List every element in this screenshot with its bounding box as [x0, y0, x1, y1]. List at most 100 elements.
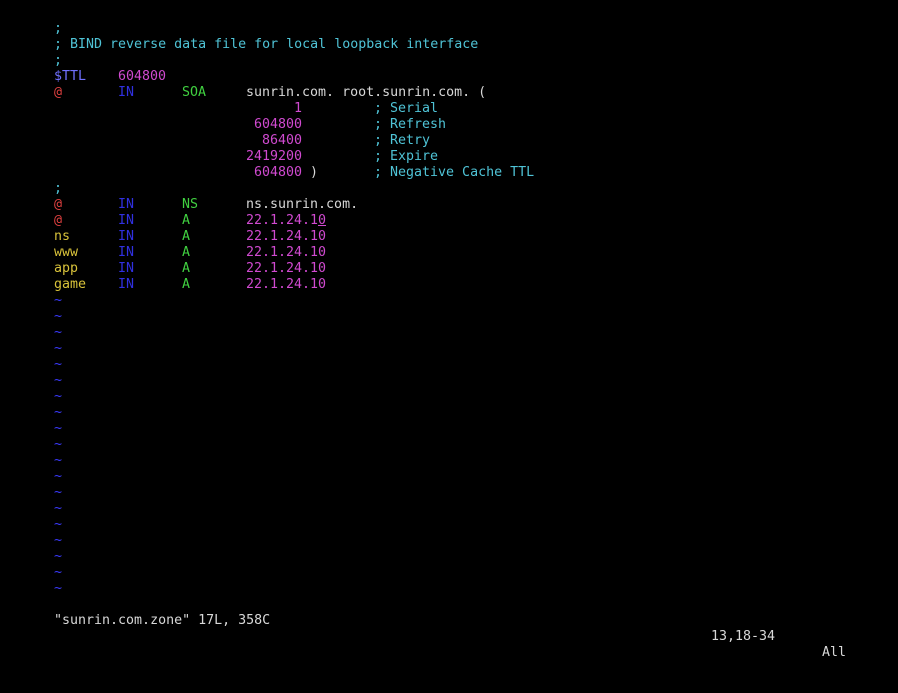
empty-line-tilde: ~: [54, 421, 884, 437]
line-token: 22.1.24.10: [246, 245, 327, 260]
line-token: ; BIND reverse data file for local loopb…: [54, 37, 479, 52]
tilde-marker: ~: [54, 421, 63, 436]
line-token: SOA: [182, 85, 207, 100]
editor-line: ;: [54, 181, 884, 197]
line-token: IN: [118, 85, 135, 100]
line-token: 22.1.24.1: [246, 213, 319, 228]
line-token: ;: [54, 53, 63, 68]
line-token: 604800: [118, 69, 167, 84]
tilde-marker: ~: [54, 357, 63, 372]
line-token: A: [182, 261, 191, 276]
cursor-position: 13,18-34: [711, 629, 776, 644]
editor-line: 604800) ; Negative Cache TTL: [54, 165, 884, 181]
line-token: $TTL: [54, 69, 87, 84]
line-token: ns.sunrin.com.: [246, 197, 359, 212]
tilde-marker: ~: [54, 469, 63, 484]
editor-line: $TTL 604800: [54, 69, 884, 85]
tilde-marker: ~: [54, 405, 63, 420]
empty-line-tilde: ~: [54, 325, 884, 341]
empty-line-tilde: ~: [54, 581, 884, 597]
tilde-marker: ~: [54, 325, 63, 340]
empty-line-tilde: ~: [54, 485, 884, 501]
empty-line-tilde: ~: [54, 357, 884, 373]
editor-line: 604800 ; Refresh: [54, 117, 884, 133]
editor-line: app IN A 22.1.24.10: [54, 261, 884, 277]
tilde-marker: ~: [54, 373, 63, 388]
empty-line-tilde: ~: [54, 405, 884, 421]
empty-line-tilde: ~: [54, 533, 884, 549]
line-token: IN: [118, 245, 135, 260]
line-token: game: [54, 277, 87, 292]
editor-line: ns IN A 22.1.24.10: [54, 229, 884, 245]
tilde-marker: ~: [54, 437, 63, 452]
empty-line-tilde: ~: [54, 293, 884, 309]
editor-line: 86400 ; Retry: [54, 133, 884, 149]
vim-status-line: "sunrin.com.zone" 17L, 358C 13,18-34 All: [54, 597, 854, 660]
empty-line-tilde: ~: [54, 469, 884, 485]
tilde-marker: ~: [54, 581, 63, 596]
empty-line-tilde: ~: [54, 565, 884, 581]
line-token: ;: [54, 21, 63, 36]
line-token: ;: [54, 181, 63, 196]
line-token: IN: [118, 213, 135, 228]
line-token: 22.1.24.10: [246, 229, 327, 244]
line-token: NS: [182, 197, 199, 212]
tilde-marker: ~: [54, 293, 63, 308]
tilde-marker: ~: [54, 485, 63, 500]
editor-line: 1 ; Serial: [54, 101, 884, 117]
line-token: 604800: [254, 117, 303, 132]
vim-editor-buffer[interactable]: ;; BIND reverse data file for local loop…: [54, 21, 884, 597]
editor-line: @ IN A 22.1.24.1 0: [54, 213, 884, 229]
file-info: "sunrin.com.zone" 17L, 358C: [54, 613, 271, 628]
line-token: A: [182, 229, 191, 244]
tilde-marker: ~: [54, 517, 63, 532]
line-token: IN: [118, 197, 135, 212]
tilde-marker: ~: [54, 533, 63, 548]
line-token: 22.1.24.10: [246, 261, 327, 276]
empty-line-tilde: ~: [54, 341, 884, 357]
tilde-marker: ~: [54, 501, 63, 516]
line-token: ns: [54, 229, 71, 244]
line-token: @: [54, 85, 63, 100]
tilde-marker: ~: [54, 389, 63, 404]
empty-line-tilde: ~: [54, 309, 884, 325]
line-token: app: [54, 261, 79, 276]
line-token: 604800: [254, 165, 303, 180]
tilde-marker: ~: [54, 453, 63, 468]
line-token: @: [54, 213, 63, 228]
line-token: IN: [118, 229, 135, 244]
editor-line: @ IN SOA sunrin.com. root.sunrin.com. (: [54, 85, 884, 101]
editor-line: ;: [54, 21, 884, 37]
line-token: 22.1.24.10: [246, 277, 327, 292]
line-token: A: [182, 213, 191, 228]
empty-line-tilde: ~: [54, 453, 884, 469]
empty-line-tilde: ~: [54, 501, 884, 517]
line-token: IN: [118, 261, 135, 276]
line-token: ; Expire: [374, 149, 439, 164]
line-token: ; Retry: [374, 133, 431, 148]
empty-line-tilde: ~: [54, 373, 884, 389]
line-token: 2419200: [246, 149, 303, 164]
line-token: IN: [118, 277, 135, 292]
line-token: ): [310, 165, 319, 180]
editor-line: 2419200 ; Expire: [54, 149, 884, 165]
editor-line: @ IN NS ns.sunrin.com.: [54, 197, 884, 213]
tilde-marker: ~: [54, 309, 63, 324]
editor-line: ; BIND reverse data file for local loopb…: [54, 37, 884, 53]
tilde-marker: ~: [54, 341, 63, 356]
line-token: ; Refresh: [374, 117, 447, 132]
line-token: ; Negative Cache TTL: [374, 165, 535, 180]
line-token: ; Serial: [374, 101, 439, 116]
line-token: www: [54, 245, 79, 260]
empty-line-tilde: ~: [54, 549, 884, 565]
line-token: 1: [294, 101, 303, 116]
line-token: A: [182, 277, 191, 292]
empty-line-tilde: ~: [54, 517, 884, 533]
editor-line: game IN A 22.1.24.10: [54, 277, 884, 293]
line-token: A: [182, 245, 191, 260]
line-token: sunrin.com. root.sunrin.com. (: [246, 85, 487, 100]
scroll-indicator: All: [822, 645, 847, 660]
empty-line-tilde: ~: [54, 437, 884, 453]
editor-line: ;: [54, 53, 884, 69]
text-cursor: 0: [318, 213, 327, 228]
